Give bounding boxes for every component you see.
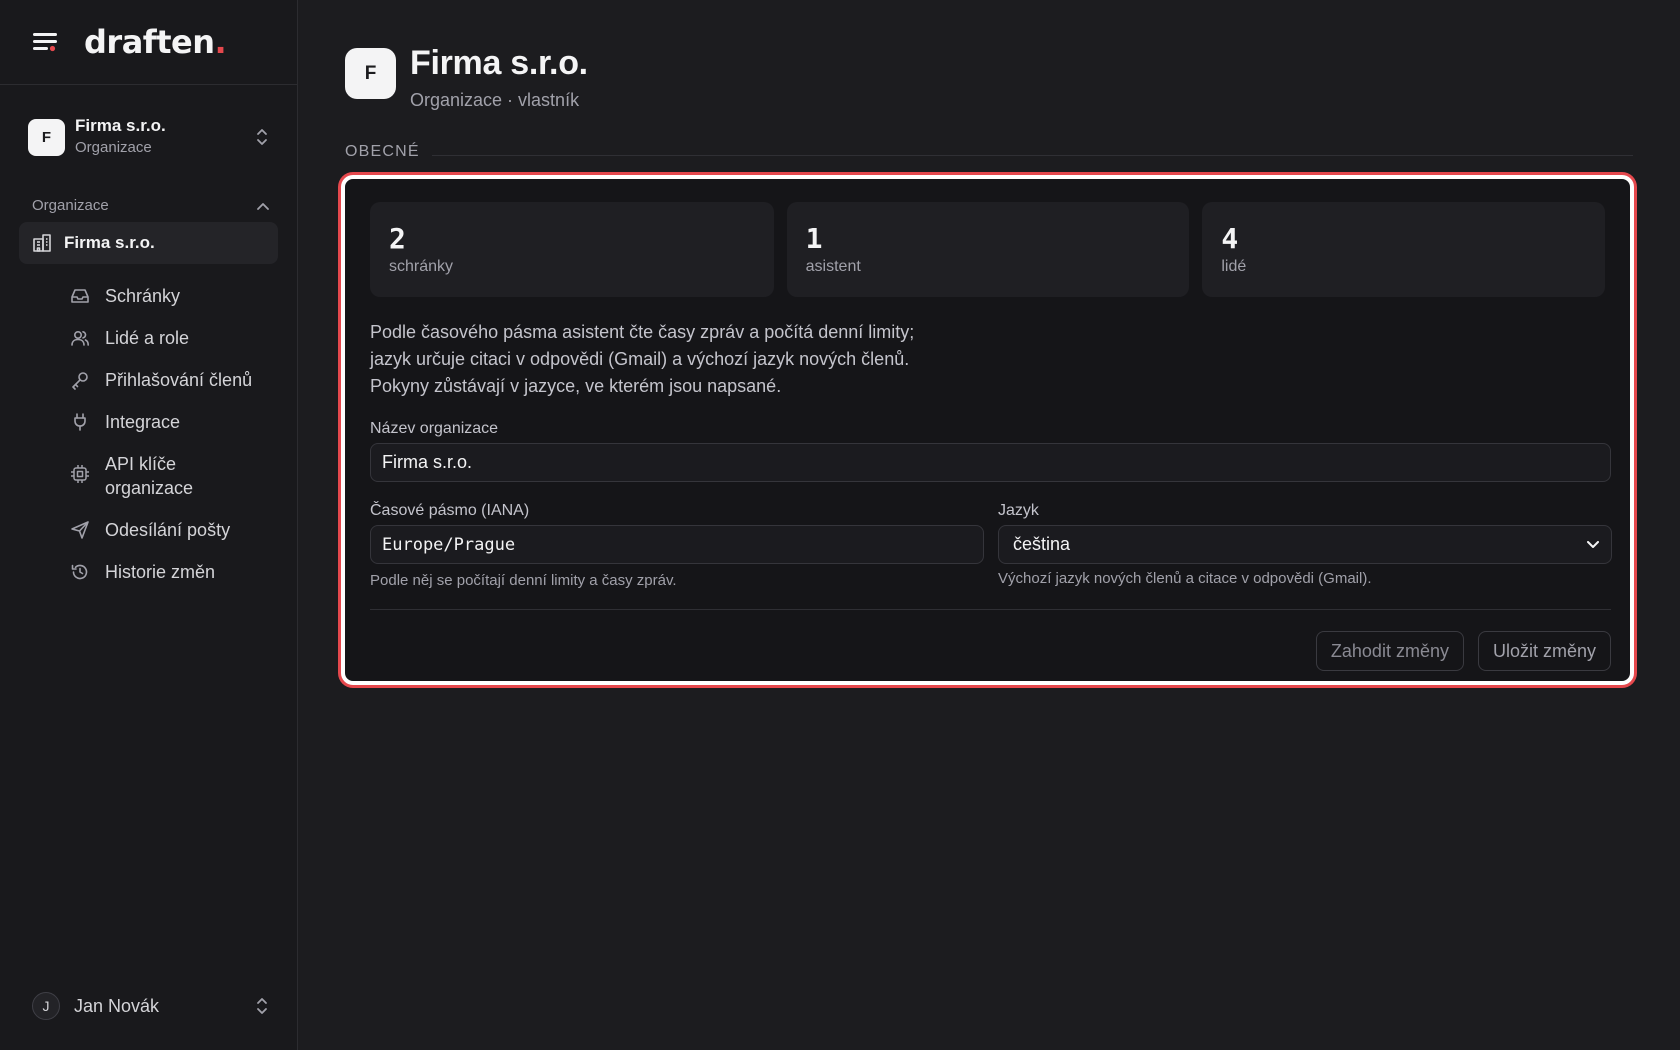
user-name: Jan Novák [74, 995, 160, 1016]
stat-card-assistant: 1 asistent [786, 202, 1190, 297]
timezone-label: Časové pásmo (IANA) [370, 502, 530, 519]
page-title: Firma s.r.o. [410, 44, 588, 82]
stat-label: schránky [389, 258, 454, 275]
stat-label: asistent [805, 258, 861, 275]
sidebar-item-label: Historie změn [105, 562, 216, 582]
chevron-up-down-icon [257, 998, 267, 1014]
app-root: draften. F Firma s.r.o. Organizace Organ… [0, 0, 1680, 1050]
history-icon [71, 564, 88, 580]
sidebar-item-label: Přihlašování členů [105, 370, 253, 390]
sidebar-nav: Firma s.r.o. Schránky Lidé a role Přihla… [0, 222, 297, 602]
user-menu[interactable]: J Jan Novák [32, 992, 269, 1020]
timezone-language-row: Časové pásmo (IANA) Europe/Prague Podle … [370, 482, 1612, 589]
sidebar-section-organizace[interactable]: Organizace [32, 197, 269, 214]
language-field: Jazyk čeština Výchozí jazyk nových členů… [998, 482, 1612, 589]
discard-changes-button[interactable]: Zahodit změny [1315, 631, 1464, 671]
menu-button[interactable] [30, 29, 60, 55]
stat-value: 4 [1221, 222, 1239, 255]
description-line: Podle časového pásma asistent čte časy z… [370, 322, 915, 342]
form-actions: Zahodit změny Uložit změny [370, 631, 1611, 671]
language-select[interactable]: čeština [998, 525, 1612, 564]
org-name-label: Název organizace [370, 420, 499, 437]
chevron-down-icon [1587, 540, 1599, 548]
stats-row: 2 schránky 1 asistent 4 lidé [370, 202, 1605, 297]
brand-bar: draften. [0, 0, 297, 85]
send-icon [71, 521, 89, 539]
page-header: F Firma s.r.o. Organizace · vlastník [345, 42, 1680, 111]
sidebar-item-schranky[interactable]: Schránky [0, 284, 297, 308]
logo-dot: . [214, 23, 227, 61]
section-divider [431, 154, 1633, 156]
sidebar-item-firma[interactable]: Firma s.r.o. [19, 222, 278, 264]
users-icon [71, 330, 89, 346]
sidebar-item-label: Schránky [105, 286, 181, 306]
brand-logo[interactable]: draften. [84, 23, 227, 61]
stat-value: 2 [389, 222, 406, 255]
settings-description: Podle časového pásma asistent čte časy z… [370, 319, 1605, 400]
language-selected-value: čeština [1013, 534, 1071, 554]
timezone-field: Časové pásmo (IANA) Europe/Prague Podle … [370, 482, 984, 589]
sidebar-item-label: API klíče organizace [105, 454, 194, 498]
description-line: jazyk určuje citaci v odpovědi (Gmail) a… [370, 349, 910, 369]
sidebar-item-label: Lidé a role [105, 328, 190, 348]
org-avatar: F [345, 48, 396, 99]
sidebar-item-label: Firma s.r.o. [64, 233, 155, 252]
chevron-up-down-icon [257, 129, 267, 145]
sidebar-item-prihlasovani[interactable]: Přihlašování členů [0, 368, 297, 392]
avatar: J [32, 992, 60, 1020]
general-settings-card: 2 schránky 1 asistent 4 lidé Podle časov… [341, 175, 1634, 685]
building-icon [33, 234, 51, 252]
chip-icon [71, 465, 89, 483]
sidebar-item-odesilani-posty[interactable]: Odesílání pošty [0, 518, 297, 542]
section-label: OBECNÉ [345, 143, 420, 160]
inbox-icon [71, 289, 89, 303]
main-content: F Firma s.r.o. Organizace · vlastník OBE… [298, 0, 1680, 1050]
stat-card-people: 4 lidé [1202, 202, 1605, 297]
org-switcher-name: Firma s.r.o. [75, 116, 166, 135]
stat-card-mailboxes: 2 schránky [370, 202, 774, 297]
chevron-up-icon [257, 202, 269, 210]
org-switcher-text: Firma s.r.o. Organizace [75, 115, 255, 159]
sidebar: draften. F Firma s.r.o. Organizace Organ… [0, 0, 298, 1050]
stat-label: lidé [1221, 258, 1247, 275]
save-changes-button[interactable]: Uložit změny [1477, 631, 1611, 671]
org-avatar: F [28, 118, 65, 156]
timezone-input[interactable]: Europe/Prague [370, 525, 984, 564]
language-hint: Výchozí jazyk nových členů a citace v od… [998, 570, 1372, 587]
section-header-general: OBECNÉ [345, 143, 1633, 161]
org-name-input[interactable]: Firma s.r.o. [370, 443, 1611, 482]
sidebar-item-historie-zmen[interactable]: Historie změn [0, 560, 297, 584]
sidebar-item-integrace[interactable]: Integrace [0, 410, 297, 434]
org-switcher-type: Organizace [75, 139, 152, 156]
language-label: Jazyk [998, 502, 1039, 519]
sidebar-item-label: Integrace [105, 412, 181, 432]
stat-value: 1 [805, 222, 823, 255]
sidebar-item-api-klice[interactable]: API klíče organizace [0, 452, 297, 500]
page-header-text: Firma s.r.o. Organizace · vlastník [410, 42, 588, 111]
plug-icon [74, 413, 86, 431]
key-icon [72, 372, 88, 390]
sidebar-item-lide-a-role[interactable]: Lidé a role [0, 326, 297, 350]
menu-icon [33, 33, 57, 52]
org-switcher[interactable]: F Firma s.r.o. Organizace [28, 111, 269, 163]
sidebar-item-label: Odesílání pošty [105, 520, 231, 540]
timezone-hint: Podle něj se počítají denní limity a čas… [370, 572, 677, 589]
sidebar-section-title: Organizace [32, 197, 109, 214]
actions-divider [370, 609, 1611, 610]
description-line: Pokyny zůstávají v jazyce, ve kterém jso… [370, 376, 782, 396]
page-subtitle: Organizace · vlastník [410, 90, 580, 110]
